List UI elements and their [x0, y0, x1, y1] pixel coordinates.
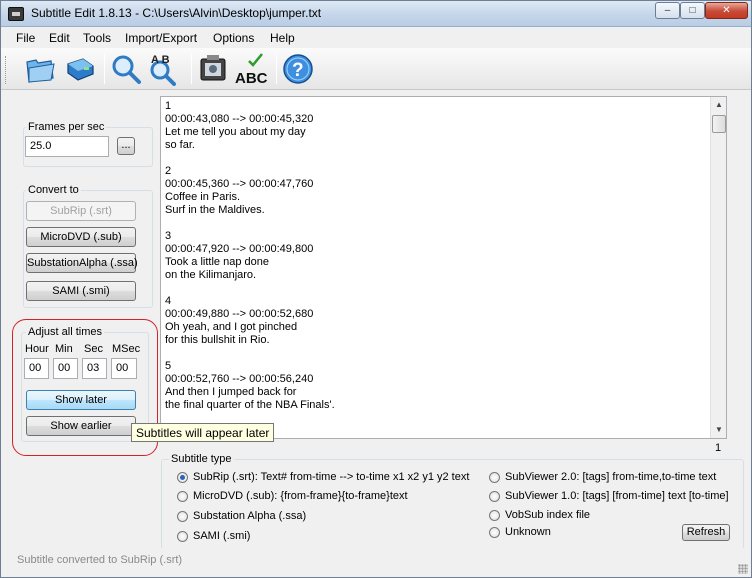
save-disk-icon[interactable]	[63, 52, 97, 86]
fps-input[interactable]: 25.0	[25, 136, 109, 157]
radio-ssa[interactable]	[177, 511, 188, 522]
convert-microdvd-button[interactable]: MicroDVD (.sub)	[26, 227, 136, 247]
scroll-up-arrow-icon[interactable]: ▲	[711, 97, 726, 113]
app-window: Subtitle Edit 1.8.13 - C:\Users\Alvin\De…	[0, 0, 752, 578]
radio-subviewer2-label[interactable]: SubViewer 2.0: [tags] from-time,to-time …	[505, 471, 716, 483]
menu-help[interactable]: Help	[270, 31, 295, 45]
subtitle-text: 1 00:00:43,080 --> 00:00:45,320 Let me t…	[165, 100, 335, 411]
radio-vobsub[interactable]	[489, 510, 500, 521]
convert-label: Convert to	[26, 184, 81, 196]
menu-bar: File Edit Tools Import/Export Options He…	[1, 28, 751, 48]
vertical-scrollbar[interactable]: ▲ ▼	[710, 97, 726, 438]
help-icon-text: ?	[292, 60, 304, 81]
find-magnifier-icon[interactable]	[109, 52, 143, 86]
radio-subviewer2[interactable]	[489, 472, 500, 483]
fps-label: Frames per sec	[26, 121, 107, 133]
subtitle-text-editor[interactable]: 1 00:00:43,080 --> 00:00:45,320 Let me t…	[160, 96, 727, 439]
radio-sami[interactable]	[177, 531, 188, 542]
help-question-icon[interactable]: ?	[281, 52, 315, 86]
app-icon	[8, 7, 24, 21]
show-later-tooltip: Subtitles will appear later	[131, 423, 275, 442]
radio-microdvd[interactable]	[177, 491, 188, 502]
radio-subviewer1-label[interactable]: SubViewer 1.0: [tags] [from-time] text […	[505, 490, 729, 502]
radio-unknown[interactable]	[489, 527, 500, 538]
radio-sami-label[interactable]: SAMI (.smi)	[193, 530, 250, 542]
menu-tools[interactable]: Tools	[83, 31, 111, 45]
visual-sync-film-icon[interactable]	[196, 52, 230, 86]
minimize-button[interactable]: –	[655, 2, 680, 19]
resize-grip-icon[interactable]	[738, 564, 748, 574]
close-button[interactable]: ✕	[705, 2, 748, 19]
title-bar[interactable]: Subtitle Edit 1.8.13 - C:\Users\Alvin\De…	[1, 1, 751, 27]
radio-unknown-label[interactable]: Unknown	[505, 526, 551, 538]
menu-options[interactable]: Options	[213, 31, 254, 45]
subtitle-type-label: Subtitle type	[169, 453, 234, 465]
radio-subrip[interactable]	[177, 472, 188, 483]
radio-subrip-label[interactable]: SubRip (.srt): Text# from-time --> to-ti…	[193, 471, 469, 483]
toolbar-grip[interactable]	[5, 56, 8, 84]
window-title: Subtitle Edit 1.8.13 - C:\Users\Alvin\De…	[31, 6, 322, 20]
menu-edit[interactable]: Edit	[49, 31, 70, 45]
open-folder-icon[interactable]	[23, 52, 57, 86]
radio-subviewer1[interactable]	[489, 491, 500, 502]
status-text: Subtitle converted to SubRip (.srt)	[17, 554, 183, 566]
maximize-button[interactable]: □	[680, 2, 705, 19]
toolbar-separator	[276, 54, 277, 84]
toolbar: A B ABC ?	[1, 48, 751, 90]
scroll-down-arrow-icon[interactable]: ▼	[711, 422, 726, 438]
radio-vobsub-label[interactable]: VobSub index file	[505, 509, 590, 521]
convert-subrip-button[interactable]: SubRip (.srt)	[26, 201, 136, 221]
toolbar-separator	[191, 54, 192, 84]
spellcheck-icon-text: ABC	[235, 70, 268, 86]
radio-microdvd-label[interactable]: MicroDVD (.sub): {from-frame}{to-frame}t…	[193, 490, 408, 502]
fps-browse-button[interactable]: ...	[117, 137, 135, 155]
radio-ssa-label[interactable]: Substation Alpha (.ssa)	[193, 510, 306, 522]
line-number: 1	[715, 442, 722, 454]
status-bar: Subtitle converted to SubRip (.srt)	[1, 548, 751, 577]
spell-check-abc-icon[interactable]: ABC	[234, 52, 268, 86]
menu-import-export[interactable]: Import/Export	[125, 31, 197, 45]
scroll-thumb[interactable]	[712, 115, 726, 133]
convert-sami-button[interactable]: SAMI (.smi)	[26, 281, 136, 301]
toolbar-separator	[104, 54, 105, 84]
replace-icon-text: A B	[151, 54, 170, 66]
refresh-button[interactable]: Refresh	[682, 524, 730, 541]
convert-ssa-button[interactable]: SubstationAlpha (.ssa)	[26, 253, 138, 273]
replace-magnifier-icon[interactable]: A B	[147, 52, 181, 86]
menu-file[interactable]: File	[16, 31, 35, 45]
